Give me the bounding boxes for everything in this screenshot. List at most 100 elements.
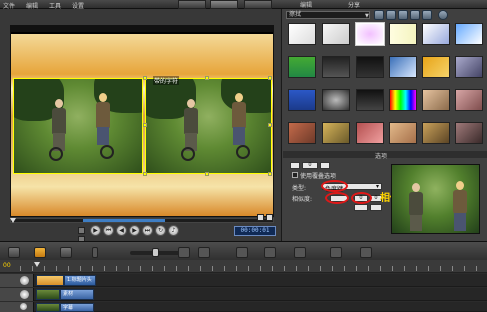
delete-icon[interactable] xyxy=(422,10,432,20)
overlay-options-checkbox[interactable] xyxy=(292,172,298,178)
color-swatch[interactable] xyxy=(320,162,330,169)
scrub-marker[interactable] xyxy=(10,218,16,223)
thumbnail[interactable] xyxy=(455,122,483,144)
panel-title: 编辑 xyxy=(300,2,313,9)
folder-icon[interactable] xyxy=(374,10,384,20)
overlay-options-label: 使用覆叠选项 xyxy=(300,173,337,180)
mark-out-icon[interactable] xyxy=(266,214,273,221)
chevron-down-icon: ▼ xyxy=(365,13,369,19)
mixer-icon[interactable] xyxy=(264,247,276,258)
thumbnail[interactable] xyxy=(356,122,384,144)
duration-field[interactable]: 0 xyxy=(302,162,318,169)
resize-handle-tc[interactable] xyxy=(205,76,209,80)
enable-ripple-icon[interactable] xyxy=(330,247,342,258)
storyboard-view-icon[interactable] xyxy=(8,247,20,258)
timeline-clip[interactable] xyxy=(36,275,64,286)
filter-icon[interactable] xyxy=(410,10,420,20)
undo-icon[interactable] xyxy=(92,247,98,258)
thumbnail[interactable] xyxy=(288,23,316,45)
tolerance-spinner[interactable] xyxy=(354,204,368,211)
thumbnail[interactable] xyxy=(455,56,483,78)
thumbnail[interactable] xyxy=(422,56,450,78)
thumbnail[interactable] xyxy=(288,89,316,111)
settings-icon[interactable] xyxy=(438,10,448,20)
thumbnail[interactable] xyxy=(288,122,316,144)
overlay-track-header[interactable] xyxy=(0,288,34,301)
clip-a-image[interactable] xyxy=(13,78,143,174)
scrub-trim-range[interactable] xyxy=(83,219,165,222)
audio-view-icon[interactable] xyxy=(60,247,72,258)
mark-in-icon[interactable] xyxy=(257,214,264,221)
record-icon[interactable] xyxy=(236,247,248,258)
resize-handle-bc[interactable] xyxy=(205,172,209,176)
timeline-view-icon[interactable] xyxy=(34,247,46,258)
track-manager-icon[interactable] xyxy=(360,247,372,258)
thumbnail[interactable] xyxy=(322,89,350,111)
annotation-circle xyxy=(325,192,349,204)
auto-music-icon[interactable] xyxy=(294,247,306,258)
timeline-ruler[interactable]: 00 xyxy=(0,260,487,273)
tab-share[interactable] xyxy=(244,0,272,9)
timecode-display[interactable]: 00:00:01 xyxy=(234,226,276,236)
timeline-clip[interactable]: 1.标题片头 xyxy=(64,275,96,286)
tab-edit[interactable] xyxy=(210,0,238,9)
previous-frame-button[interactable]: ◀ xyxy=(116,225,127,236)
redo-icon[interactable] xyxy=(198,247,210,258)
resize-handle-mr[interactable] xyxy=(268,123,272,127)
video-track-header[interactable] xyxy=(0,274,34,287)
resize-handle-ml[interactable] xyxy=(143,123,147,127)
library-category-dropdown[interactable]: 擦拭 ▼ xyxy=(286,11,370,19)
timeline-clip[interactable]: 素材 xyxy=(60,289,94,300)
resize-handle-bl[interactable] xyxy=(143,172,147,176)
import-icon[interactable] xyxy=(386,10,396,20)
menu-bar: 文件 编辑 工具 设置 编辑 分享 xyxy=(0,0,487,10)
volume-button[interactable]: ♪ xyxy=(168,225,179,236)
thumbnail[interactable] xyxy=(389,56,417,78)
zoom-slider-thumb[interactable] xyxy=(152,248,159,257)
scrub-bar[interactable] xyxy=(10,218,274,223)
clip-b-image[interactable] xyxy=(145,78,272,174)
title-track-header[interactable] xyxy=(0,302,34,312)
tab-capture[interactable] xyxy=(178,0,206,9)
thumbnail[interactable] xyxy=(322,23,350,45)
thumbnail[interactable] xyxy=(356,89,384,111)
timeline-clip[interactable] xyxy=(36,289,60,300)
playhead-marker[interactable] xyxy=(34,262,40,267)
thumbnail[interactable] xyxy=(356,56,384,78)
fit-project-icon[interactable] xyxy=(178,247,190,258)
preview-window[interactable]: 带的字符 xyxy=(10,25,274,217)
title-overlay-text[interactable]: 带的字符 xyxy=(153,76,180,85)
thumbnail[interactable] xyxy=(322,56,350,78)
end-button[interactable]: ⏭ xyxy=(142,225,153,236)
thumbnail-selected[interactable] xyxy=(355,22,385,46)
apply-transition-icon[interactable] xyxy=(398,10,408,20)
overlay-track: 素材 xyxy=(0,288,487,301)
options-header[interactable]: 选项 xyxy=(283,151,487,160)
thumbnail[interactable] xyxy=(288,56,316,78)
video-track: 1.标题片头 xyxy=(0,274,487,287)
tolerance-spinner-2[interactable] xyxy=(370,204,382,211)
resize-handle-tr[interactable] xyxy=(268,76,272,80)
repeat-button[interactable]: ↻ xyxy=(155,225,166,236)
thumbnail[interactable] xyxy=(455,89,483,111)
title-track: 字幕 xyxy=(0,302,487,312)
overlay-icon xyxy=(20,290,29,299)
play-button[interactable]: ▶ xyxy=(90,225,101,236)
home-button[interactable]: ⏮ xyxy=(103,225,114,236)
thumbnail[interactable] xyxy=(389,89,417,111)
annotation-circle xyxy=(321,180,348,192)
next-frame-button[interactable]: ▶ xyxy=(129,225,140,236)
type-label: 类型: xyxy=(292,185,307,192)
timeline-clip[interactable]: 字幕 xyxy=(60,303,94,312)
thumbnail[interactable] xyxy=(455,23,483,45)
project-mode-icon[interactable] xyxy=(78,227,85,234)
thumbnail[interactable] xyxy=(422,89,450,111)
resize-handle-tl[interactable] xyxy=(143,76,147,80)
timeline-clip[interactable] xyxy=(36,303,60,312)
resize-handle-br[interactable] xyxy=(268,172,272,176)
thumbnail[interactable] xyxy=(422,23,450,45)
thumbnail[interactable] xyxy=(389,122,417,144)
thumbnail[interactable] xyxy=(389,23,417,45)
thumbnail[interactable] xyxy=(422,122,450,144)
thumbnail[interactable] xyxy=(322,122,350,144)
